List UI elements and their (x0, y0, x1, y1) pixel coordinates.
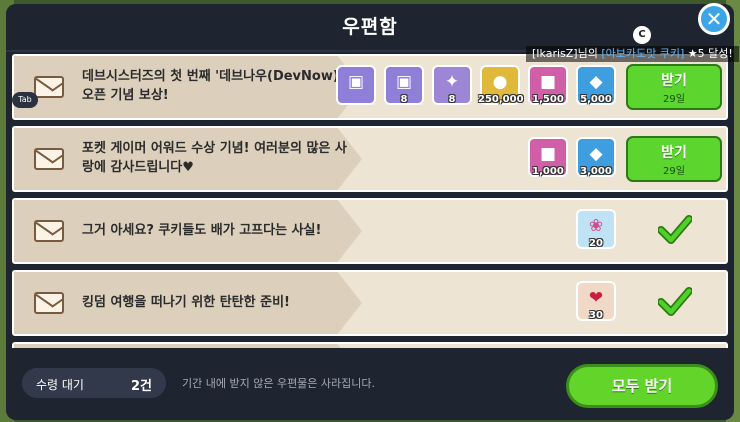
check-icon (658, 215, 692, 244)
reward-amount: 8 (400, 94, 408, 105)
days-remaining: 29일 (663, 94, 685, 105)
close-button[interactable]: ✕ (698, 3, 730, 35)
mail-row: 데브시스터즈의 첫 번째 '데브나우(DevNow)' 오픈 기념 보상! ▣ … (12, 54, 728, 120)
treasure-chest-icon: ▣ (347, 72, 365, 92)
reward-item: ■ 1,500 (528, 65, 568, 105)
notice-tail: ★5 달성! (684, 47, 733, 60)
coin-icon: ● (492, 72, 508, 92)
reward-amount: 8 (448, 94, 456, 105)
mail-title: 데브시스터즈의 첫 번째 '데브나우(DevNow)' 오픈 기념 보상! (82, 69, 343, 103)
reward-item: ▣ 8 (384, 65, 424, 105)
reward-item: ❤ 30 (576, 281, 616, 321)
mail-row-header (14, 344, 362, 348)
c-badge-icon: C (633, 26, 651, 44)
reward-item: ◆ 5,000 (576, 65, 616, 105)
mail-title: 킹덤 여행을 떠나기 위한 탄탄한 준비! (82, 295, 290, 310)
reward-amount: 3,000 (580, 166, 612, 177)
check-icon (658, 287, 692, 316)
envelope-icon (34, 148, 64, 170)
mail-list[interactable]: 데브시스터즈의 첫 번째 '데브나우(DevNow)' 오픈 기념 보상! ▣ … (12, 54, 728, 348)
crystal-icon: ◆ (589, 144, 603, 164)
achievement-notice: [IkarisZ]님의 [아보카도맛 쿠키] ★5 달성! (526, 46, 739, 62)
envelope-icon (34, 292, 64, 314)
notice-user: [IkarisZ] (532, 47, 578, 60)
reward-amount: 1,000 (532, 166, 564, 177)
notice-cookie: [아보카도맛 쿠키] (601, 47, 685, 60)
reward-item: ▣ (336, 65, 376, 105)
mail-title: 포켓 게이머 어워드 수상 기념! 여러분의 많은 사랑에 감사드립니다♥ (82, 141, 347, 175)
reward-amount: 1,500 (532, 94, 564, 105)
magic-cube-icon: ■ (539, 144, 557, 164)
expiry-note: 기간 내에 받지 않은 우편물은 사라집니다. (182, 377, 376, 390)
mailbox-window: 우편함 C 데브시스터즈의 첫 번째 '데브나우(DevNow)' 오픈 기념 … (6, 4, 734, 420)
title-bar: 우편함 C (6, 4, 734, 52)
claim-button-label: 받기 (661, 145, 687, 161)
days-remaining: 29일 (663, 166, 685, 177)
pending-value: 2건 (130, 379, 152, 394)
mail-row: 포켓 게이머 어워드 수상 기념! 여러분의 많은 사랑에 감사드립니다♥ ■ … (12, 126, 728, 192)
reward-item: ■ 1,000 (528, 137, 568, 177)
candy-jar-icon: ❀ (588, 216, 604, 236)
reward-item: ◆ 3,000 (576, 137, 616, 177)
claim-button[interactable]: 받기 29일 (626, 136, 722, 182)
bone-treasure-icon: ✦ (444, 72, 460, 92)
reward-item: ❀ 20 (576, 209, 616, 249)
tab-key-hint: Tab (12, 92, 38, 108)
pending-label: 수령 대기 (36, 378, 84, 392)
reward-item: ✦ 8 (432, 65, 472, 105)
crystal-icon: ◆ (589, 72, 603, 92)
mail-row: 킹덤 여행을 떠나기 위한 탄탄한 준비! ❤ 30 (12, 270, 728, 336)
claim-button[interactable]: 받기 29일 (626, 64, 722, 110)
reward-item: ● 250,000 (478, 65, 524, 105)
pending-count-box: 수령 대기 2건 (22, 368, 166, 398)
mail-title: 그거 아세요? 쿠키들도 배가 고프다는 사실! (82, 223, 322, 238)
envelope-icon (34, 220, 64, 242)
claim-all-button[interactable]: 모두 받기 (566, 364, 718, 408)
reward-amount: 30 (589, 310, 603, 321)
footer-bar: 수령 대기 2건 기간 내에 받지 않은 우편물은 사라집니다. 모두 받기 (6, 350, 734, 420)
reward-amount: 250,000 (478, 94, 524, 105)
mail-row: 그거 아세요? 쿠키들도 배가 고프다는 사실! ❀ 20 (12, 198, 728, 264)
treasure-chest-icon: ▣ (395, 72, 413, 92)
claim-button-label: 받기 (661, 73, 687, 89)
magic-cube-icon: ■ (539, 72, 557, 92)
envelope-icon (34, 76, 64, 98)
window-title: 우편함 (342, 16, 398, 38)
mail-row (12, 342, 728, 348)
reward-amount: 20 (589, 238, 603, 249)
notice-mid: 님의 (577, 47, 602, 60)
reward-amount: 5,000 (580, 94, 612, 105)
heart-potion-icon: ❤ (588, 288, 604, 308)
